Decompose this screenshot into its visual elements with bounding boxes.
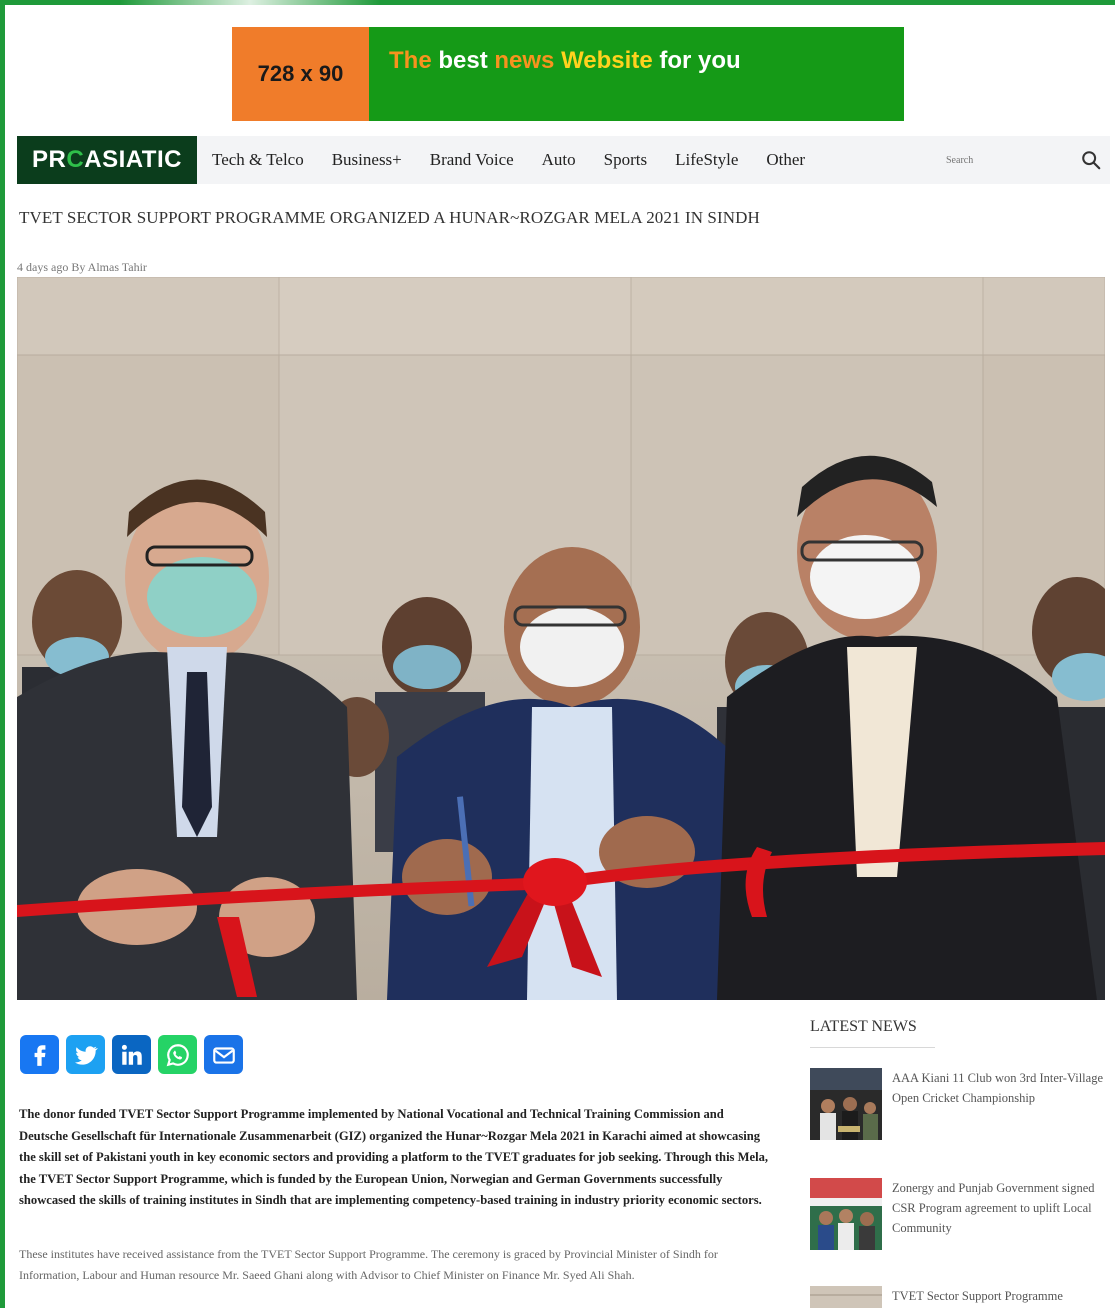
article-paragraph-2: These institutes have received assistanc… xyxy=(19,1247,718,1282)
sidebar-divider xyxy=(810,1047,935,1048)
cricket-event-thumbnail-icon xyxy=(810,1068,882,1140)
share-twitter-button[interactable] xyxy=(66,1035,105,1074)
news-title: Zonergy and Punjab Government signed CSR… xyxy=(892,1181,1095,1235)
news-title: AAA Kiani 11 Club won 3rd Inter-Village … xyxy=(892,1071,1103,1105)
share-whatsapp-button[interactable] xyxy=(158,1035,197,1074)
ribbon-cutting-photo-icon xyxy=(17,277,1105,1000)
ad-banner[interactable]: 728 x 90 The best news Website for you xyxy=(232,27,904,121)
whatsapp-icon xyxy=(166,1043,189,1066)
sidebar-news-item[interactable]: AAA Kiani 11 Club won 3rd Inter-Village … xyxy=(810,1068,1110,1140)
news-thumbnail xyxy=(810,1068,882,1140)
logo-part-right: ASIATIC xyxy=(84,146,182,173)
share-email-button[interactable] xyxy=(204,1035,243,1074)
news-title: TVET Sector Support Programme xyxy=(892,1289,1063,1303)
linkedin-icon xyxy=(121,1044,142,1065)
facebook-icon xyxy=(34,1044,45,1066)
nav-item-tech-telco[interactable]: Tech & Telco xyxy=(212,150,304,170)
share-bar xyxy=(20,1035,243,1074)
frame-highlight xyxy=(120,0,380,8)
ad-tagline: The best news Website for you xyxy=(369,27,904,121)
sidebar-title: LATEST NEWS xyxy=(810,1018,917,1035)
nav-item-other[interactable]: Other xyxy=(766,150,805,170)
nav-item-auto[interactable]: Auto xyxy=(542,150,576,170)
tvet-event-thumbnail-icon xyxy=(810,1286,882,1308)
twitter-icon xyxy=(74,1045,98,1065)
article-meta: 4 days ago By Almas Tahir xyxy=(17,260,147,274)
nav-menu: Tech & Telco Business+ Brand Voice Auto … xyxy=(212,136,833,184)
ad-word-website: Website xyxy=(561,47,653,74)
nav-item-sports[interactable]: Sports xyxy=(604,150,647,170)
nav-item-business[interactable]: Business+ xyxy=(332,150,402,170)
sidebar-news-item[interactable]: TVET Sector Support Programme xyxy=(810,1286,1110,1308)
site-logo[interactable]: PR C ASIATIC xyxy=(17,136,197,184)
community-event-thumbnail-icon xyxy=(810,1178,882,1250)
logo-part-left: PR xyxy=(32,146,67,173)
search-icon[interactable] xyxy=(1080,149,1102,171)
article-photo xyxy=(17,277,1105,1000)
nav-item-lifestyle[interactable]: LifeStyle xyxy=(675,150,738,170)
article-paragraph-1: The donor funded TVET Sector Support Pro… xyxy=(19,1107,769,1208)
ad-word-for-you: for you xyxy=(659,47,741,74)
nav-item-brand-voice[interactable]: Brand Voice xyxy=(430,150,514,170)
share-linkedin-button[interactable] xyxy=(112,1035,151,1074)
email-icon xyxy=(212,1046,235,1064)
logo-part-mid: C xyxy=(66,146,85,173)
ad-word-the: The xyxy=(389,47,432,74)
sidebar-news-item[interactable]: Zonergy and Punjab Government signed CSR… xyxy=(810,1178,1110,1250)
ad-size-label: 728 x 90 xyxy=(232,27,369,121)
ad-word-news: news xyxy=(494,47,555,74)
news-thumbnail xyxy=(810,1178,882,1250)
news-thumbnail xyxy=(810,1286,882,1308)
share-facebook-button[interactable] xyxy=(20,1035,59,1074)
search-input[interactable] xyxy=(940,145,1080,175)
search-box xyxy=(940,136,1110,184)
main-navbar: PR C ASIATIC Tech & Telco Business+ Brand … xyxy=(17,136,1110,184)
ad-word-best: best xyxy=(438,47,488,74)
article-headline: TVET SECTOR SUPPORT PROGRAMME ORGANIZED … xyxy=(19,208,760,227)
